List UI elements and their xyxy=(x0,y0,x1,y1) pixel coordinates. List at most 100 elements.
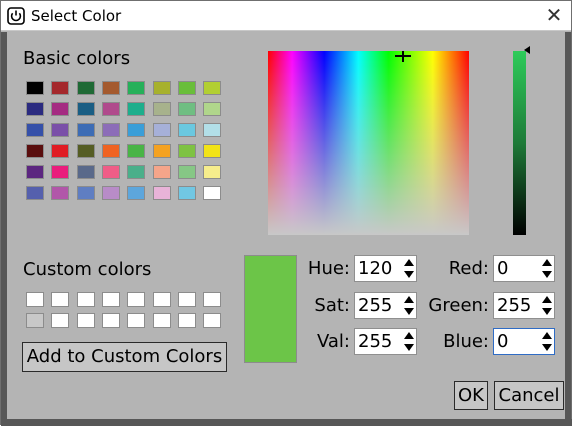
blue-spin-arrows[interactable] xyxy=(542,332,552,351)
spin-up-icon[interactable] xyxy=(404,296,414,303)
basic-color-swatch[interactable] xyxy=(177,102,196,116)
basic-color-swatch[interactable] xyxy=(51,165,70,179)
basic-color-swatch[interactable] xyxy=(152,102,171,116)
val-spin-arrows[interactable] xyxy=(404,332,414,351)
custom-color-swatch[interactable] xyxy=(177,292,196,307)
basic-color-swatch[interactable] xyxy=(203,81,222,95)
basic-color-swatch[interactable] xyxy=(51,81,70,95)
custom-color-swatch[interactable] xyxy=(203,292,222,307)
custom-color-swatch[interactable] xyxy=(203,313,222,328)
basic-color-swatch[interactable] xyxy=(152,144,171,158)
spin-down-icon[interactable] xyxy=(542,344,552,351)
basic-color-swatch[interactable] xyxy=(101,102,120,116)
basic-color-swatch[interactable] xyxy=(51,186,70,200)
hue-saturation-picker[interactable] xyxy=(268,51,469,235)
custom-color-swatch[interactable] xyxy=(51,292,70,307)
hue-value[interactable]: 120 xyxy=(358,258,392,279)
blue-value[interactable]: 0 xyxy=(497,331,508,352)
val-spinbox[interactable]: 255 xyxy=(354,328,417,355)
green-value[interactable]: 255 xyxy=(497,295,531,316)
basic-color-swatch[interactable] xyxy=(152,165,171,179)
basic-color-swatch[interactable] xyxy=(152,123,171,137)
custom-color-swatch[interactable] xyxy=(26,313,44,328)
custom-color-swatch[interactable] xyxy=(101,313,120,328)
basic-color-swatch[interactable] xyxy=(76,102,95,116)
custom-color-swatch[interactable] xyxy=(127,313,146,328)
basic-color-swatch[interactable] xyxy=(127,81,146,95)
basic-color-swatch[interactable] xyxy=(127,186,146,200)
basic-color-swatch[interactable] xyxy=(203,186,222,200)
spin-down-icon[interactable] xyxy=(404,344,414,351)
basic-color-swatch[interactable] xyxy=(26,144,44,158)
cancel-button[interactable]: Cancel xyxy=(494,381,564,410)
basic-color-swatch[interactable] xyxy=(177,144,196,158)
basic-color-swatch[interactable] xyxy=(26,102,44,116)
basic-color-swatch[interactable] xyxy=(76,81,95,95)
spin-up-icon[interactable] xyxy=(542,296,552,303)
basic-color-swatch[interactable] xyxy=(203,165,222,179)
basic-color-swatch[interactable] xyxy=(127,144,146,158)
basic-color-swatch[interactable] xyxy=(101,144,120,158)
basic-color-swatch[interactable] xyxy=(76,123,95,137)
custom-color-swatch[interactable] xyxy=(152,292,171,307)
custom-color-swatch[interactable] xyxy=(76,313,95,328)
custom-color-swatch[interactable] xyxy=(177,313,196,328)
basic-color-swatch[interactable] xyxy=(101,165,120,179)
sat-value[interactable]: 255 xyxy=(358,295,392,316)
basic-color-swatch[interactable] xyxy=(127,165,146,179)
basic-color-swatch[interactable] xyxy=(76,144,95,158)
red-value[interactable]: 0 xyxy=(497,258,508,279)
custom-color-swatch[interactable] xyxy=(51,313,70,328)
spin-down-icon[interactable] xyxy=(404,271,414,278)
spin-up-icon[interactable] xyxy=(404,259,414,266)
basic-color-swatch[interactable] xyxy=(51,144,70,158)
basic-color-swatch[interactable] xyxy=(26,186,44,200)
basic-color-swatch[interactable] xyxy=(177,123,196,137)
custom-color-swatch[interactable] xyxy=(152,313,171,328)
basic-color-swatch[interactable] xyxy=(26,123,44,137)
basic-color-swatch[interactable] xyxy=(127,123,146,137)
basic-color-swatch[interactable] xyxy=(177,165,196,179)
basic-color-swatch[interactable] xyxy=(152,186,171,200)
ok-button[interactable]: OK xyxy=(454,381,488,410)
basic-color-swatch[interactable] xyxy=(177,81,196,95)
green-spin-arrows[interactable] xyxy=(542,296,552,315)
hue-spinbox[interactable]: 120 xyxy=(354,255,417,282)
red-spinbox[interactable]: 0 xyxy=(493,255,555,282)
value-slider-pointer-icon[interactable] xyxy=(524,46,530,54)
basic-color-swatch[interactable] xyxy=(51,123,70,137)
basic-color-swatch[interactable] xyxy=(203,123,222,137)
close-button[interactable]: ✕ xyxy=(539,2,569,29)
spin-up-icon[interactable] xyxy=(404,332,414,339)
basic-color-swatch[interactable] xyxy=(177,186,196,200)
custom-color-swatch[interactable] xyxy=(127,292,146,307)
custom-color-swatch[interactable] xyxy=(26,292,44,307)
basic-color-swatch[interactable] xyxy=(127,102,146,116)
val-value[interactable]: 255 xyxy=(358,331,392,352)
sat-spinbox[interactable]: 255 xyxy=(354,292,417,319)
spin-down-icon[interactable] xyxy=(542,308,552,315)
spin-up-icon[interactable] xyxy=(542,259,552,266)
basic-color-swatch[interactable] xyxy=(26,81,44,95)
hue-spin-arrows[interactable] xyxy=(404,259,414,278)
spin-down-icon[interactable] xyxy=(542,271,552,278)
sat-spin-arrows[interactable] xyxy=(404,296,414,315)
custom-color-swatch[interactable] xyxy=(101,292,120,307)
basic-color-swatch[interactable] xyxy=(76,186,95,200)
custom-color-swatch[interactable] xyxy=(76,292,95,307)
basic-color-swatch[interactable] xyxy=(76,165,95,179)
spin-up-icon[interactable] xyxy=(542,332,552,339)
title-bar[interactable]: Select Color ✕ xyxy=(1,1,571,31)
green-spinbox[interactable]: 255 xyxy=(493,292,555,319)
basic-color-swatch[interactable] xyxy=(152,81,171,95)
basic-color-swatch[interactable] xyxy=(101,81,120,95)
basic-color-swatch[interactable] xyxy=(26,165,44,179)
add-to-custom-colors-button[interactable]: Add to Custom Colors xyxy=(22,342,227,372)
basic-color-swatch[interactable] xyxy=(101,186,120,200)
spin-down-icon[interactable] xyxy=(404,308,414,315)
value-slider[interactable] xyxy=(513,51,526,235)
blue-spinbox[interactable]: 0 xyxy=(493,328,555,355)
basic-color-swatch[interactable] xyxy=(101,123,120,137)
basic-color-swatch[interactable] xyxy=(203,144,222,158)
basic-color-swatch[interactable] xyxy=(51,102,70,116)
